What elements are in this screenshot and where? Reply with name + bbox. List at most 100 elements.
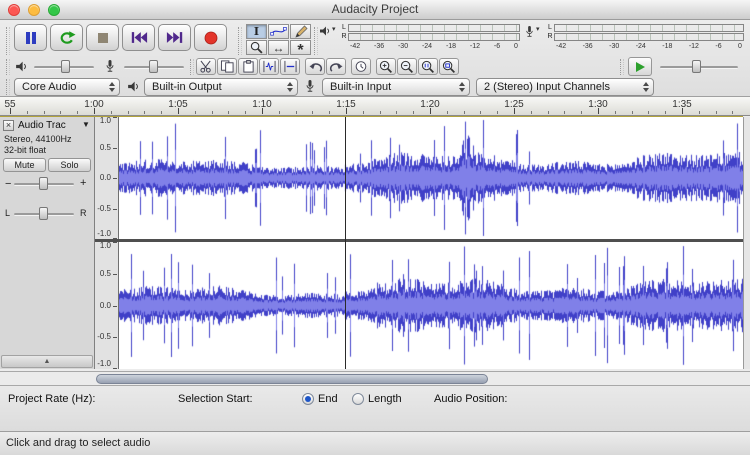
meter-right-label: R <box>340 33 348 41</box>
output-volume-slider-thumb[interactable] <box>61 60 70 73</box>
audio-position-label: Audio Position: <box>434 393 507 405</box>
radio-selected-dot <box>305 396 311 402</box>
toolbar-grip[interactable] <box>190 59 194 75</box>
draw-tool-button[interactable] <box>290 24 311 39</box>
gain-plus-label: + <box>80 177 86 189</box>
pause-icon <box>24 31 38 45</box>
trim-icon <box>262 60 277 73</box>
silence-audio-button[interactable] <box>280 58 300 75</box>
zoom-window-button[interactable] <box>48 4 60 16</box>
channel-divider <box>95 239 743 242</box>
redo-icon <box>329 61 344 73</box>
collapse-track-button[interactable]: ▲ <box>1 355 93 368</box>
output-device-icon <box>126 80 140 93</box>
redo-button[interactable] <box>326 58 346 75</box>
skip-to-end-button[interactable] <box>158 24 191 51</box>
toolbar-grip[interactable] <box>6 59 10 75</box>
envelope-tool-button[interactable] <box>268 24 289 39</box>
fit-selection-icon <box>421 60 435 73</box>
audio-host-dropdown[interactable]: Core Audio <box>14 78 120 96</box>
popup-arrows-icon <box>109 82 115 92</box>
copy-button[interactable] <box>217 58 237 75</box>
vertical-ruler[interactable]: 1.00.50.0-0.5-1.01.00.50.0-0.5-1.0 <box>95 117 119 369</box>
project-rate-label: Project Rate (Hz): <box>8 393 95 405</box>
fit-project-button[interactable] <box>439 58 459 75</box>
horizontal-scrollbar[interactable] <box>0 371 750 386</box>
recording-meter[interactable]: ▾ L R -42-36-30-24-18-12-60 <box>524 23 744 53</box>
vertical-scrollbar[interactable] <box>743 117 750 369</box>
pan-right-label: R <box>80 208 87 218</box>
length-radio-label[interactable]: Length <box>368 393 402 405</box>
solo-button[interactable]: Solo <box>48 158 91 172</box>
pencil-icon <box>294 25 308 38</box>
play-speed-slider-thumb[interactable] <box>692 60 701 73</box>
minimize-window-button[interactable] <box>28 4 40 16</box>
toolbar-grip[interactable] <box>238 27 242 55</box>
waveform-channel-left[interactable] <box>119 117 743 239</box>
timeshift-tool-button[interactable]: ↔ <box>268 40 289 55</box>
zoom-tool-button[interactable] <box>246 40 267 55</box>
skip-to-start-button[interactable] <box>122 24 155 51</box>
recording-meter-left-bar <box>554 24 744 32</box>
record-button[interactable] <box>194 24 227 51</box>
track-depth-info: 32-bit float <box>4 145 46 155</box>
trim-audio-button[interactable] <box>259 58 279 75</box>
undo-button[interactable] <box>305 58 325 75</box>
playback-meter[interactable]: ▾ L R -42-36-30-24-18-12-60 <box>318 23 520 53</box>
record-icon <box>204 31 218 45</box>
fit-selection-button[interactable] <box>418 58 438 75</box>
input-device-value: Built-in Input <box>330 81 391 93</box>
toolbar-grip[interactable] <box>6 79 10 95</box>
input-device-icon <box>304 79 316 93</box>
sync-lock-button[interactable] <box>351 58 371 75</box>
play-at-speed-button[interactable] <box>628 57 652 76</box>
clock-icon <box>354 60 368 73</box>
undo-icon <box>308 61 323 73</box>
track-menu-button[interactable]: ▼ <box>82 120 90 129</box>
pause-button[interactable] <box>14 24 47 51</box>
zoom-out-button[interactable] <box>397 58 417 75</box>
end-radio[interactable] <box>302 393 314 405</box>
length-radio[interactable] <box>352 393 364 405</box>
input-volume-slider-thumb[interactable] <box>149 60 158 73</box>
playback-meter-left-bar <box>348 24 520 32</box>
microphone-icon <box>524 25 535 38</box>
toolbar-grip[interactable] <box>620 59 624 75</box>
zoom-in-icon <box>379 60 393 73</box>
zoom-in-button[interactable] <box>376 58 396 75</box>
envelope-icon <box>270 26 287 37</box>
horizontal-scrollbar-thumb[interactable] <box>96 374 488 384</box>
speaker-icon <box>318 25 331 37</box>
close-window-button[interactable] <box>8 4 20 16</box>
pan-slider-thumb[interactable] <box>39 207 48 220</box>
popup-arrows-icon <box>459 82 465 92</box>
stop-button[interactable] <box>86 24 119 51</box>
fit-project-icon <box>442 60 456 73</box>
popup-arrows-icon <box>287 82 293 92</box>
zoom-out-icon <box>400 60 414 73</box>
track-control-panel[interactable]: × Audio Trac ▼ Stereo, 44100Hz 32-bit fl… <box>0 117 95 369</box>
toolbar-grip[interactable] <box>6 27 10 55</box>
close-track-button[interactable]: × <box>3 120 14 131</box>
mute-button[interactable]: Mute <box>3 158 46 172</box>
end-radio-label[interactable]: End <box>318 393 338 405</box>
input-volume-icon <box>104 59 116 73</box>
input-device-dropdown[interactable]: Built-in Input <box>322 78 470 96</box>
timeline-ruler[interactable]: 551:001:051:101:151:201:251:301:35 <box>0 97 750 116</box>
loop-play-button[interactable] <box>50 24 83 51</box>
selection-tool-button[interactable]: I <box>246 24 267 39</box>
paste-button[interactable] <box>238 58 258 75</box>
gain-slider-thumb[interactable] <box>39 177 48 190</box>
meter-left-label: L <box>546 24 554 32</box>
window-title: Audacity Project <box>0 0 750 19</box>
multi-tool-button[interactable]: * <box>290 40 311 55</box>
status-message: Click and drag to select audio <box>6 437 150 449</box>
stop-icon <box>97 32 109 44</box>
waveform-channel-right[interactable] <box>119 242 743 369</box>
toolbar-area: I ↔ * <box>0 20 750 97</box>
output-volume-icon <box>14 60 28 73</box>
title-bar[interactable]: Audacity Project <box>0 0 750 20</box>
cut-button[interactable] <box>196 58 216 75</box>
output-device-dropdown[interactable]: Built-in Output <box>144 78 298 96</box>
input-channels-dropdown[interactable]: 2 (Stereo) Input Channels <box>476 78 654 96</box>
